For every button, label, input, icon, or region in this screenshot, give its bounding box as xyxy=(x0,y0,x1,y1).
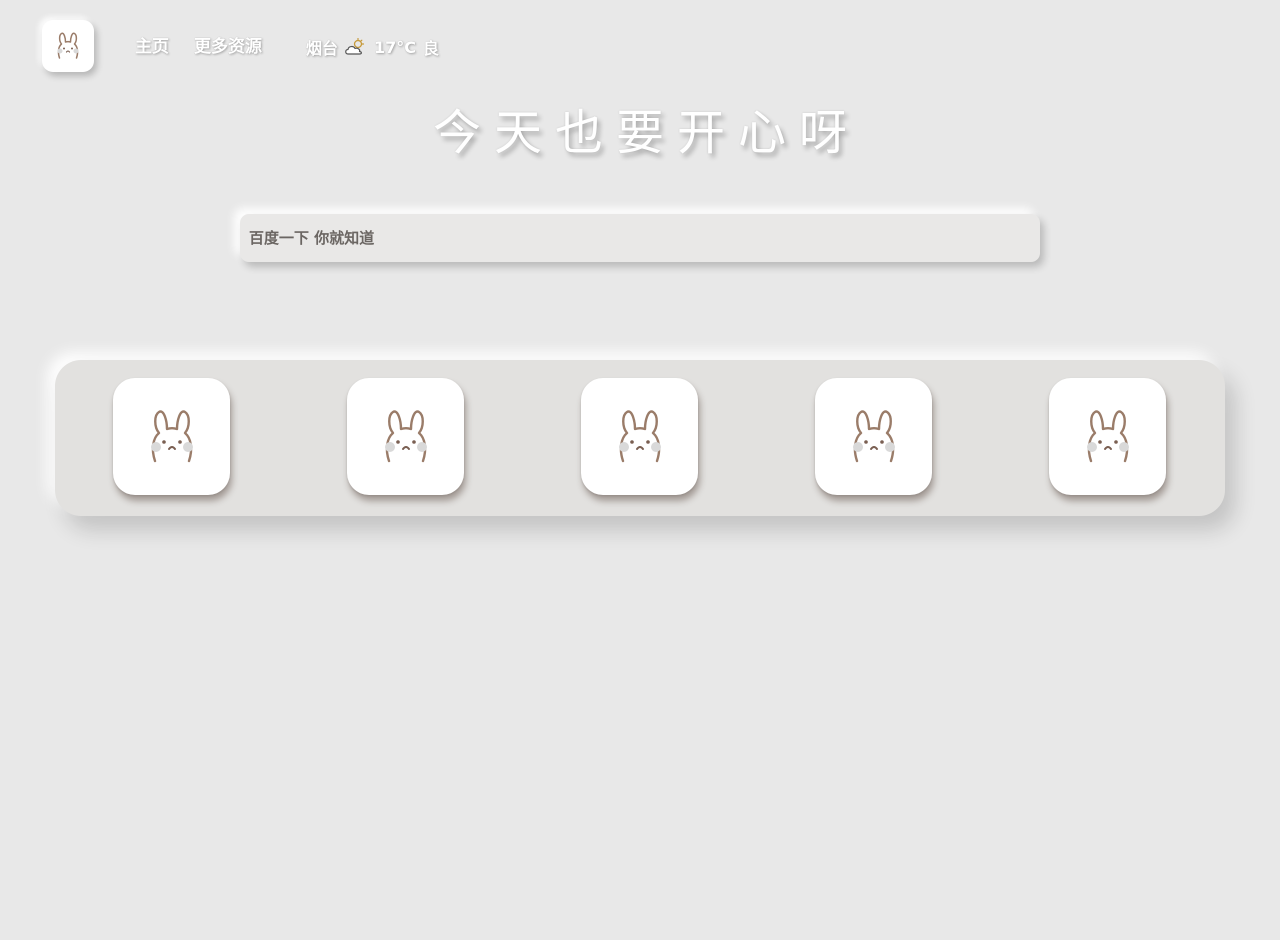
bunny-icon xyxy=(384,409,427,462)
bunny-icon xyxy=(150,409,193,462)
app-tile[interactable] xyxy=(581,378,698,495)
app-tile[interactable] xyxy=(1049,378,1166,495)
search-input[interactable] xyxy=(240,214,1040,262)
logo-button[interactable] xyxy=(42,20,94,72)
bunny-icon xyxy=(852,409,895,462)
app-tile[interactable] xyxy=(347,378,464,495)
app-tile[interactable] xyxy=(815,378,932,495)
bunny-icon xyxy=(57,32,79,59)
search-box xyxy=(240,214,1040,262)
weather-temperature: 17°C xyxy=(374,37,417,57)
nav-more-resources-link[interactable]: 更多资源 xyxy=(194,36,262,58)
nav-home-link[interactable]: 主页 xyxy=(135,36,169,58)
app-shelf xyxy=(55,360,1225,516)
weather-widget: 烟台 17°C 良 xyxy=(306,36,440,59)
bunny-icon xyxy=(1086,409,1129,462)
partly-cloudy-icon xyxy=(344,38,366,56)
weather-city: 烟台 xyxy=(306,39,339,58)
page-headline: 今天也要开心呀 xyxy=(432,105,860,161)
app-tile[interactable] xyxy=(113,378,230,495)
air-quality-label: 良 xyxy=(423,39,440,58)
bunny-icon xyxy=(618,409,661,462)
